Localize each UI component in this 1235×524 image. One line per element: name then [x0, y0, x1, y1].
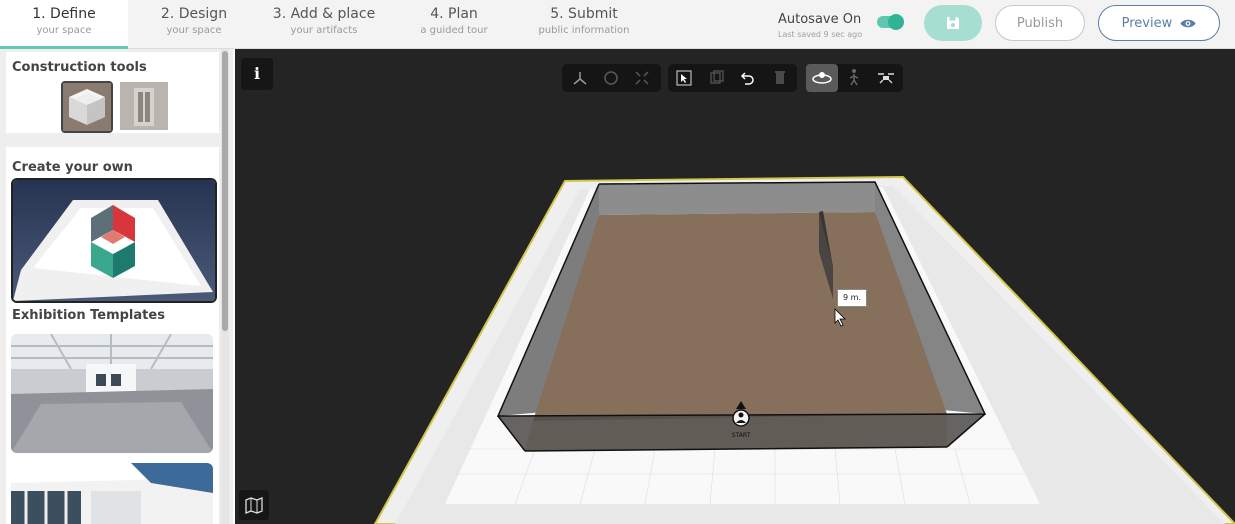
drone-icon: [878, 73, 894, 84]
create-your-own-title: Create your own: [12, 160, 133, 175]
rotate-button[interactable]: [595, 64, 627, 92]
preview-button[interactable]: Preview: [1098, 5, 1220, 41]
undo-button[interactable]: [732, 64, 764, 92]
door-icon: [120, 82, 168, 130]
autosave-status: Autosave On Last saved 9 sec ago: [778, 8, 862, 39]
library-panel: Create your own Exhibition Templates: [6, 147, 219, 524]
map-icon: [245, 497, 263, 514]
gallery-template-thumbnail: [11, 334, 213, 453]
walk-person-icon: [849, 69, 859, 86]
save-button[interactable]: [924, 5, 982, 41]
trash-icon: [775, 71, 785, 84]
copy-button[interactable]: [700, 64, 732, 92]
template-card[interactable]: [11, 334, 213, 453]
step-design[interactable]: 2. Design your space: [147, 0, 241, 48]
wall-tool-button[interactable]: [120, 82, 168, 130]
wall-length-label: 9 m.: [837, 289, 867, 307]
custom-room-thumbnail: [13, 180, 215, 301]
3d-viewport[interactable]: START i 9 m.: [235, 49, 1235, 524]
preview-label: Preview: [1121, 15, 1173, 31]
gallery-template-thumbnail: [11, 463, 213, 524]
copy-icon: [710, 70, 724, 84]
view-mode-toolbar: [806, 64, 903, 92]
room-icon: [63, 83, 111, 131]
step-subtitle: a guided tour: [420, 25, 488, 36]
step-title: 5. Submit: [550, 6, 618, 22]
rotate-icon: [604, 71, 618, 85]
step-title: 3. Add & place: [272, 6, 376, 22]
drone-view-button[interactable]: [870, 64, 902, 92]
step-subtitle: your artifacts: [290, 25, 358, 36]
transform-toolbar: [562, 64, 661, 92]
walk-view-button[interactable]: [838, 64, 870, 92]
step-plan[interactable]: 4. Plan a guided tour: [408, 0, 500, 48]
step-submit[interactable]: 5. Submit public information: [528, 0, 640, 48]
last-saved-text: Last saved 9 sec ago: [778, 30, 863, 39]
move-axis-button[interactable]: [564, 64, 596, 92]
publish-button[interactable]: Publish: [995, 5, 1085, 41]
eye-icon: [1180, 19, 1196, 27]
sidebar: Construction tools Create your own Exhib…: [0, 49, 233, 524]
save-icon: [947, 17, 959, 29]
step-title: 1. Define: [32, 6, 96, 22]
expand-icon: [635, 71, 649, 85]
construction-tools-panel: Construction tools: [6, 52, 219, 133]
minimap-button[interactable]: [239, 490, 269, 520]
undo-icon: [740, 72, 754, 85]
room-tool-button[interactable]: [61, 81, 113, 133]
scene-canvas: START: [373, 175, 1235, 524]
exhibition-templates-title: Exhibition Templates: [12, 308, 165, 323]
step-subtitle: public information: [538, 25, 630, 36]
step-subtitle: your space: [166, 25, 222, 36]
step-title: 4. Plan: [430, 6, 478, 22]
template-card[interactable]: [11, 463, 213, 524]
axis-icon: [573, 72, 587, 85]
sidebar-scrollbar[interactable]: [221, 49, 229, 524]
step-subtitle: your space: [36, 25, 92, 36]
select-icon: [676, 70, 692, 86]
scrollbar-thumb[interactable]: [222, 51, 228, 331]
delete-button[interactable]: [764, 64, 796, 92]
autosave-toggle[interactable]: [877, 14, 904, 30]
select-button[interactable]: [668, 64, 700, 92]
step-title: 2. Design: [160, 6, 228, 22]
create-your-own-card[interactable]: [11, 178, 217, 303]
autosave-label: Autosave On: [778, 12, 862, 27]
step-define[interactable]: 1. Define your space: [0, 0, 128, 49]
step-add-place[interactable]: 3. Add & place your artifacts: [265, 0, 383, 48]
construction-tools-title: Construction tools: [12, 60, 147, 75]
edit-toolbar: [668, 64, 797, 92]
orbit-view-button[interactable]: [806, 64, 838, 92]
scale-button[interactable]: [626, 64, 658, 92]
info-button[interactable]: i: [241, 58, 273, 90]
start-label: START: [732, 432, 751, 439]
orbit-icon: [812, 72, 832, 84]
top-navigation-bar: 1. Define your space 2. Design your spac…: [0, 0, 1235, 49]
